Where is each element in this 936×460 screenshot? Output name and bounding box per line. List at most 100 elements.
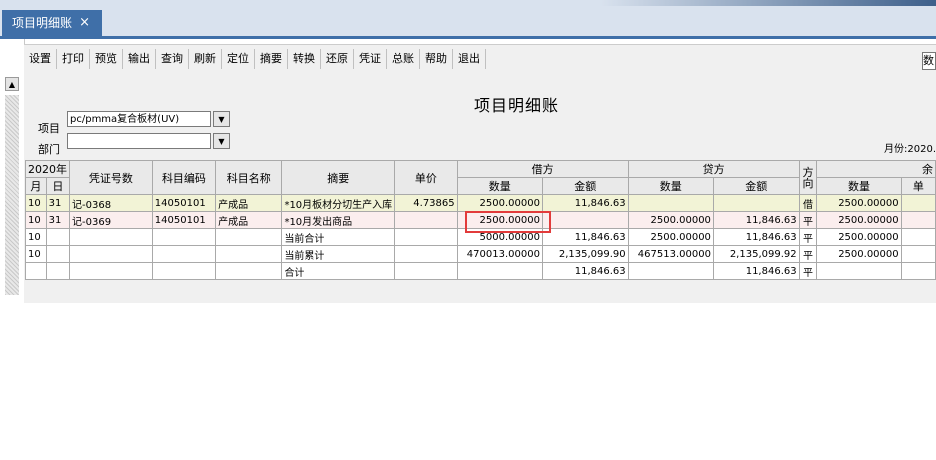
- cell-month: 10: [25, 211, 47, 229]
- debit-qty-header: 数量: [456, 177, 543, 195]
- table-row[interactable]: 合计 11,846.63 11,846.63 平: [25, 262, 936, 280]
- dept-dropdown-icon[interactable]: ▼: [213, 133, 230, 149]
- cell-balance-unit: [900, 228, 936, 246]
- menu-voucher[interactable]: 凭证: [354, 49, 387, 69]
- header-row-1: 2020年 凭证号数 科目编码 科目名称 摘要 单价 借方 贷方 方向 余: [25, 160, 936, 195]
- menu-locate[interactable]: 定位: [222, 49, 255, 69]
- cell-summary: 当前累计: [281, 245, 396, 263]
- cell-month: 10: [25, 194, 47, 212]
- scroll-up-arrow-icon[interactable]: ▲: [5, 77, 19, 91]
- cell-name: [215, 245, 283, 263]
- balance-unit-header: 单: [900, 177, 936, 195]
- cell-debit-amount: 11,846.63: [541, 228, 629, 246]
- cell-name: [215, 228, 283, 246]
- credit-header: 贷方: [627, 160, 800, 178]
- top-bar: 项目明细账 ×: [0, 0, 936, 38]
- menu-restore[interactable]: 还原: [321, 49, 354, 69]
- corner-box[interactable]: 数: [922, 52, 936, 70]
- dept-label: 部门: [38, 143, 60, 156]
- cell-debit-qty: 470013.00000: [456, 245, 543, 263]
- menu-convert[interactable]: 转换: [288, 49, 321, 69]
- cell-balance-qty: 2500.00000: [816, 211, 902, 229]
- dept-field[interactable]: [67, 133, 211, 149]
- cell-balance-qty: 2500.00000: [816, 228, 902, 246]
- cell-code: [151, 262, 217, 280]
- menu-summary[interactable]: 摘要: [255, 49, 288, 69]
- cell-price: [394, 211, 458, 229]
- menu-query[interactable]: 查询: [156, 49, 189, 69]
- table-row[interactable]: 10 当前累计 470013.00000 2,135,099.90 467513…: [25, 245, 936, 263]
- highlight-box: [465, 211, 551, 233]
- cell-summary: 当前合计: [281, 228, 396, 246]
- cell-price: 4.73865: [394, 194, 458, 212]
- debit-amount-header: 金额: [541, 177, 629, 195]
- month-label: 月份:2020.: [884, 144, 936, 155]
- top-stripe: [600, 0, 936, 6]
- cell-credit-qty: [627, 262, 714, 280]
- cell-month: 10: [25, 228, 47, 246]
- menu-preview[interactable]: 预览: [90, 49, 123, 69]
- menu-refresh[interactable]: 刷新: [189, 49, 222, 69]
- month-header: 月: [25, 177, 47, 195]
- cell-direction: 平: [798, 262, 818, 280]
- voucher-header: 凭证号数: [69, 160, 153, 195]
- cell-debit-qty: 2500.00000: [456, 194, 543, 212]
- cell-balance-qty: 2500.00000: [816, 245, 902, 263]
- cell-credit-amount: 11,846.63: [712, 211, 800, 229]
- cell-price: [394, 228, 458, 246]
- cell-credit-qty: 467513.00000: [627, 245, 714, 263]
- cell-credit-amount: [712, 194, 800, 212]
- toolbar: 设置 打印 预览 输出 查询 刷新 定位 摘要 转换 还原 凭证 总账 帮助 退…: [24, 49, 486, 69]
- project-field[interactable]: pc/pmma复合板材(UV): [67, 111, 211, 127]
- cell-balance-unit: [900, 194, 936, 212]
- price-header: 单价: [394, 160, 458, 195]
- cell-credit-amount: 11,846.63: [712, 262, 800, 280]
- menu-help[interactable]: 帮助: [420, 49, 453, 69]
- cell-name: 产成品: [215, 194, 283, 212]
- cell-direction: 平: [798, 211, 818, 229]
- cell-voucher[interactable]: 记-0368: [69, 194, 153, 212]
- year-header: 2020年: [25, 160, 70, 178]
- cell-credit-amount: 2,135,099.92: [712, 245, 800, 263]
- direction-header: 方向: [798, 160, 818, 195]
- ledger-window: 设置 打印 预览 输出 查询 刷新 定位 摘要 转换 还原 凭证 总账 帮助 退…: [24, 44, 936, 303]
- tab-project-ledger[interactable]: 项目明细账 ×: [2, 10, 102, 36]
- cell-debit-amount: 2,135,099.90: [541, 245, 629, 263]
- cell-day: 31: [45, 211, 71, 229]
- menu-general-ledger[interactable]: 总账: [387, 49, 420, 69]
- cell-name: 产成品: [215, 211, 283, 229]
- cell-voucher: [69, 262, 153, 280]
- credit-amount-header: 金额: [712, 177, 800, 195]
- close-icon[interactable]: ×: [79, 10, 90, 36]
- cell-balance-unit: [900, 245, 936, 263]
- cell-direction: 平: [798, 245, 818, 263]
- menu-export[interactable]: 输出: [123, 49, 156, 69]
- cell-balance-unit: [900, 262, 936, 280]
- cell-debit-amount: [541, 211, 629, 229]
- table-row[interactable]: 10 31 记-0368 14050101 产成品 *10月板材分切生产入库 4…: [25, 194, 936, 212]
- scroll-track[interactable]: [5, 95, 19, 295]
- cell-voucher: [69, 245, 153, 263]
- menu-print[interactable]: 打印: [57, 49, 90, 69]
- balance-qty-header: 数量: [816, 177, 902, 195]
- cell-credit-qty: 2500.00000: [627, 228, 714, 246]
- cell-voucher: [69, 228, 153, 246]
- code-header: 科目编码: [151, 160, 217, 195]
- cell-price: [394, 262, 458, 280]
- cell-voucher[interactable]: 记-0369: [69, 211, 153, 229]
- cell-day: [45, 228, 71, 246]
- cell-summary: *10月发出商品: [281, 211, 396, 229]
- menu-settings[interactable]: 设置: [24, 49, 57, 69]
- cell-balance-unit: [900, 211, 936, 229]
- cell-code: [151, 245, 217, 263]
- menu-exit[interactable]: 退出: [453, 49, 486, 69]
- cell-code: 14050101: [151, 194, 217, 212]
- cell-day: [45, 262, 71, 280]
- project-dropdown-icon[interactable]: ▼: [213, 111, 230, 127]
- cell-code: 14050101: [151, 211, 217, 229]
- cell-balance-qty: [816, 262, 902, 280]
- cell-balance-qty: 2500.00000: [816, 194, 902, 212]
- cell-price: [394, 245, 458, 263]
- cell-month: [25, 262, 47, 280]
- credit-qty-header: 数量: [627, 177, 714, 195]
